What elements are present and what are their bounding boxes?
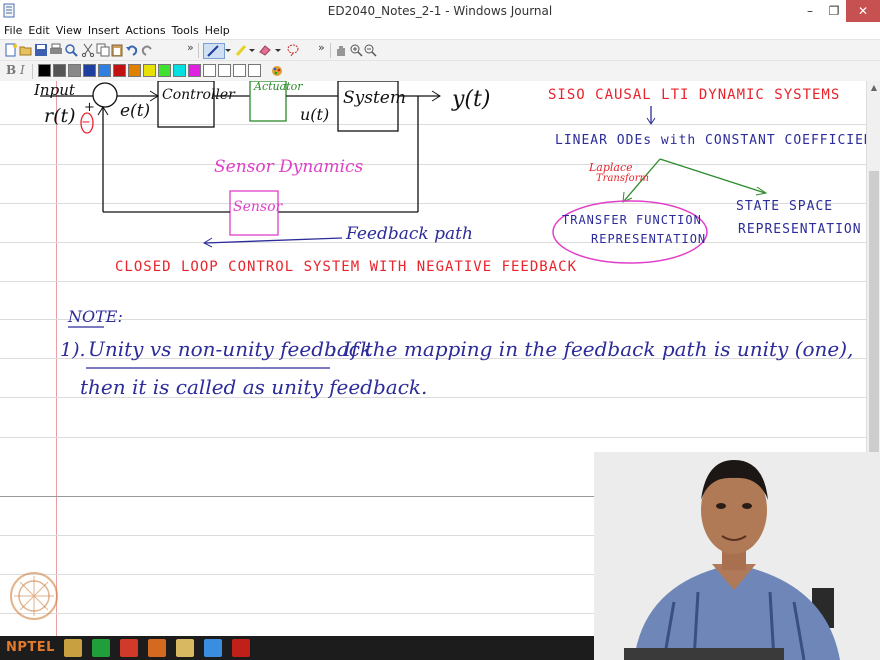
- toolbar-overflow-chevron-2[interactable]: »: [318, 41, 325, 54]
- note-item-text-2: then it is called as unity feedback.: [80, 375, 428, 399]
- save-icon[interactable]: [34, 43, 48, 57]
- actuator-label: Actuator: [254, 81, 303, 93]
- color-swatch[interactable]: [188, 64, 201, 77]
- tf-line-1: TRANSFER FUNCTION: [562, 213, 702, 227]
- color-swatch[interactable]: [143, 64, 156, 77]
- chrome-icon[interactable]: [204, 639, 222, 657]
- zoom-in-icon[interactable]: [349, 43, 363, 57]
- system-label: System: [343, 88, 406, 108]
- ss-line-2: REPRESENTATION: [738, 222, 862, 237]
- cut-icon[interactable]: [81, 43, 95, 57]
- color-swatch[interactable]: [233, 64, 246, 77]
- color-swatch[interactable]: [173, 64, 186, 77]
- app-red-icon[interactable]: [120, 639, 138, 657]
- plus-sign: +: [84, 100, 95, 115]
- close-button[interactable]: ✕: [846, 0, 880, 22]
- taskbar: NPTEL: [0, 636, 594, 660]
- note-heading: NOTE:: [68, 307, 123, 326]
- menu-help[interactable]: Help: [202, 22, 233, 39]
- bold-icon[interactable]: B: [6, 63, 16, 77]
- pen-dropdown-icon[interactable]: [224, 43, 232, 57]
- undo-icon[interactable]: [125, 43, 139, 57]
- menu-edit[interactable]: Edit: [25, 22, 52, 39]
- color-swatch[interactable]: [248, 64, 261, 77]
- color-swatch[interactable]: [38, 64, 51, 77]
- scroll-up-arrow-icon[interactable]: ▲: [867, 81, 880, 95]
- color-picker-icon[interactable]: [270, 64, 284, 78]
- feedback-path-label: Feedback path: [346, 224, 473, 244]
- menu-actions[interactable]: Actions: [122, 22, 168, 39]
- menu-view[interactable]: View: [53, 22, 85, 39]
- new-note-icon[interactable]: [4, 43, 18, 57]
- color-swatch[interactable]: [218, 64, 231, 77]
- color-swatch[interactable]: [203, 64, 216, 77]
- e-label: e(t): [120, 101, 151, 121]
- standard-toolbar: » »: [0, 39, 880, 60]
- controller-label: Controller: [162, 87, 235, 103]
- highlighter-dropdown-icon[interactable]: [248, 43, 256, 57]
- color-swatch[interactable]: [98, 64, 111, 77]
- nptel-watermark: NPTEL: [6, 640, 55, 655]
- eraser-dropdown-icon[interactable]: [274, 43, 282, 57]
- sensor-label: Sensor: [233, 199, 283, 215]
- eraser-icon[interactable]: [258, 43, 272, 57]
- pan-hand-icon[interactable]: [334, 43, 348, 57]
- menu-insert[interactable]: Insert: [85, 22, 123, 39]
- color-swatch[interactable]: [113, 64, 126, 77]
- tf-line-2: REPRESENTATION: [591, 232, 707, 246]
- window-title: ED2040_Notes_2-1 - Windows Journal: [327, 4, 553, 18]
- y-label: y(t): [452, 87, 491, 112]
- siso-heading: SISO CAUSAL LTI DYNAMIC SYSTEMS: [548, 87, 841, 103]
- color-swatch[interactable]: [83, 64, 96, 77]
- print-icon[interactable]: [49, 43, 63, 57]
- ss-line-1: STATE SPACE: [736, 199, 834, 214]
- presenter-image: [594, 452, 880, 660]
- linear-odes-text: LINEAR ODEs with CONSTANT COEFFICIENTS: [555, 133, 866, 148]
- color-swatch[interactable]: [128, 64, 141, 77]
- pen-icon[interactable]: [203, 43, 225, 59]
- r-label: r(t): [44, 105, 76, 127]
- minimize-button[interactable]: –: [798, 0, 822, 22]
- u-label: u(t): [300, 105, 330, 124]
- format-toolbar: B I: [0, 60, 880, 82]
- explorer-icon[interactable]: [64, 639, 82, 657]
- paste-icon[interactable]: [110, 43, 124, 57]
- copy-icon[interactable]: [96, 43, 110, 57]
- menu-tools[interactable]: Tools: [169, 22, 202, 39]
- zoom-out-icon[interactable]: [363, 43, 377, 57]
- menu-bar: File Edit View Insert Actions Tools Help: [0, 22, 880, 39]
- note-item-number: 1).: [60, 339, 86, 361]
- open-icon[interactable]: [19, 43, 33, 57]
- italic-icon[interactable]: I: [20, 63, 25, 77]
- folder-icon[interactable]: [176, 639, 194, 657]
- color-swatch[interactable]: [158, 64, 171, 77]
- nptel-logo: [10, 572, 58, 620]
- sensor-dynamics-label: Sensor Dynamics: [214, 157, 364, 177]
- minus-sign: −: [82, 115, 91, 130]
- laplace-label-2: Transform: [596, 173, 649, 184]
- title-bar: ED2040_Notes_2-1 - Windows Journal – ❐ ✕: [0, 0, 880, 23]
- highlighter-icon[interactable]: [234, 43, 248, 57]
- maximize-button[interactable]: ❐: [822, 0, 846, 22]
- find-icon[interactable]: [64, 43, 78, 57]
- presenter-video: [594, 452, 880, 660]
- input-label: Input: [34, 81, 75, 99]
- redo-icon[interactable]: [140, 43, 154, 57]
- diagram-caption: CLOSED LOOP CONTROL SYSTEM WITH NEGATIVE…: [115, 259, 578, 275]
- pdf-icon[interactable]: [232, 639, 250, 657]
- menu-file[interactable]: File: [1, 22, 25, 39]
- lasso-select-icon[interactable]: [286, 43, 300, 57]
- note-item-text-1: : If the mapping in the feedback path is…: [330, 337, 854, 361]
- toolbar-overflow-chevron[interactable]: »: [187, 41, 194, 54]
- color-swatch[interactable]: [68, 64, 81, 77]
- color-swatch[interactable]: [53, 64, 66, 77]
- app-green-icon[interactable]: [92, 639, 110, 657]
- scrollbar-thumb[interactable]: [869, 171, 879, 481]
- app-orange-icon[interactable]: [148, 639, 166, 657]
